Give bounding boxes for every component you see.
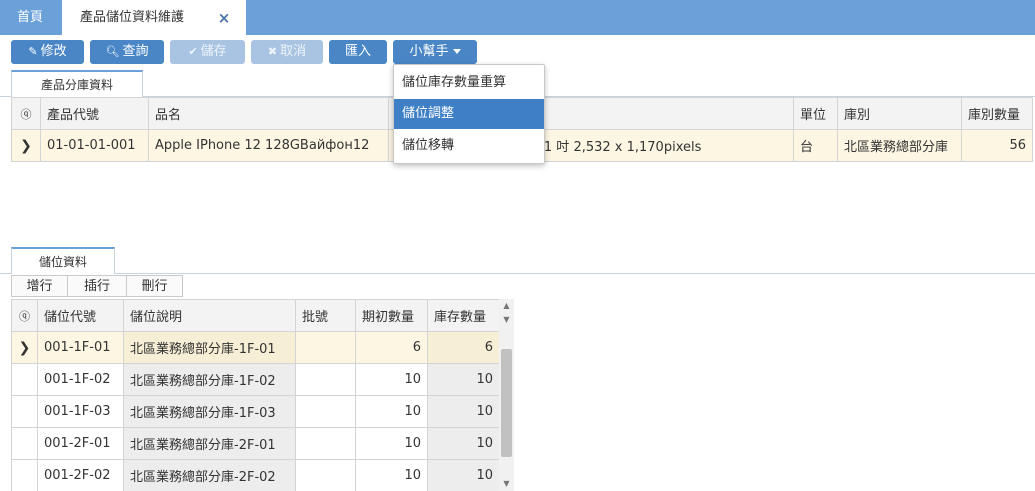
x-icon: ✖ <box>267 45 278 58</box>
edit-label: 修改 <box>40 44 67 59</box>
scroll-down-icon[interactable]: ▼ <box>499 477 514 491</box>
tab-location[interactable]: 儲位資料 <box>11 247 115 274</box>
search-icon: 🔍︎ <box>105 45 120 58</box>
cell-location-code[interactable]: 001-2F-01 <box>37 427 124 460</box>
helper-dropdown-menu: 儲位庫存數量重算 儲位調整 儲位移轉 <box>393 64 545 164</box>
import-label: 匯入 <box>344 44 371 59</box>
row-indicator <box>11 459 38 491</box>
cell-unit[interactable]: 台 <box>793 129 838 162</box>
cell-initial-qty[interactable]: 10 <box>355 459 428 491</box>
cancel-button[interactable]: ✖ 取消 <box>251 40 323 64</box>
cell-initial-qty[interactable]: 10 <box>355 395 428 428</box>
menu-item-recalc[interactable]: 儲位庫存數量重算 <box>394 68 544 98</box>
panel-divider <box>0 273 1035 274</box>
chevron-right-icon: ❯ <box>11 129 41 162</box>
menu-item-adjust[interactable]: 儲位調整 <box>394 99 544 129</box>
query-label: 查詢 <box>122 44 149 59</box>
helper-dropdown-button[interactable]: 小幫手 <box>393 40 477 64</box>
col-location-code[interactable]: 儲位代號 <box>37 299 124 332</box>
col-unit[interactable]: 單位 <box>793 97 838 130</box>
tab-home[interactable]: 首頁 <box>0 0 60 35</box>
cell-batch[interactable] <box>295 395 356 428</box>
cell-location-code[interactable]: 001-1F-03 <box>37 395 124 428</box>
question-circle-icon[interactable]: ⓠ <box>11 97 41 130</box>
cell-location-code[interactable]: 001-1F-02 <box>37 363 124 396</box>
cell-location-desc[interactable]: 北區業務總部分庫-1F-01 <box>123 331 296 364</box>
col-initial-qty[interactable]: 期初數量 <box>355 299 428 332</box>
cancel-label: 取消 <box>280 44 307 59</box>
col-product-code[interactable]: 產品代號 <box>40 97 149 130</box>
spec-text: 1 吋 2,532 x 1,170pixels <box>543 140 702 155</box>
cell-location-desc[interactable]: 北區業務總部分庫-1F-02 <box>123 363 296 396</box>
cell-location-desc[interactable]: 北區業務總部分庫-1F-03 <box>123 395 296 428</box>
cell-batch[interactable] <box>295 427 356 460</box>
location-grid-header: ⓠ 儲位代號 儲位說明 批號 期初數量 庫存數量 <box>11 299 500 332</box>
tab-product-warehouse[interactable]: 產品分庫資料 <box>11 70 143 97</box>
table-row[interactable]: 001-2F-01 北區業務總部分庫-2F-01 10 10 <box>11 427 500 460</box>
cell-stock-qty[interactable]: 10 <box>427 459 500 491</box>
helper-label: 小幫手 <box>409 44 449 59</box>
cell-location-desc[interactable]: 北區業務總部分庫-2F-01 <box>123 427 296 460</box>
check-icon: ✔ <box>188 45 198 58</box>
col-stock-qty[interactable]: 庫存數量 <box>427 299 500 332</box>
cell-stock-qty[interactable]: 6 <box>427 331 500 364</box>
cell-initial-qty[interactable]: 6 <box>355 331 428 364</box>
table-row[interactable]: 001-2F-02 北區業務總部分庫-2F-02 10 10 <box>11 459 500 491</box>
scroll-thumb[interactable] <box>501 349 512 457</box>
table-row[interactable]: 001-1F-02 北區業務總部分庫-1F-02 10 10 <box>11 363 500 396</box>
vertical-scrollbar[interactable]: ▲ ▼ ▼ <box>499 299 514 491</box>
cell-location-code[interactable]: 001-2F-02 <box>37 459 124 491</box>
scroll-up-icon[interactable]: ▲ <box>499 299 514 313</box>
cell-product-code[interactable]: 01-01-01-001 <box>40 129 149 162</box>
import-button[interactable]: 匯入 <box>329 40 387 64</box>
col-batch[interactable]: 批號 <box>295 299 356 332</box>
location-grid-body: ❯ 001-1F-01 北區業務總部分庫-1F-01 6 6 001-1F-02 北區業務總… <box>11 331 500 491</box>
cell-initial-qty[interactable]: 10 <box>355 363 428 396</box>
cell-batch[interactable] <box>295 363 356 396</box>
scroll-down-icon[interactable]: ▼ <box>499 313 514 327</box>
col-product-name[interactable]: 品名 <box>148 97 389 130</box>
app-root: 首頁 產品儲位資料維護 × ✎ 修改 🔍︎ 查詢 ✔ 儲存 ✖ 取消 匯入 小幫手 產品… <box>0 0 1035 491</box>
edit-button[interactable]: ✎ 修改 <box>11 40 84 64</box>
cell-stock-qty[interactable]: 10 <box>427 427 500 460</box>
pencil-icon: ✎ <box>28 45 38 58</box>
cell-location-code[interactable]: 001-1F-01 <box>37 331 124 364</box>
delete-row-button[interactable]: 刪行 <box>126 275 183 297</box>
table-row[interactable]: 001-1F-03 北區業務總部分庫-1F-03 10 10 <box>11 395 500 428</box>
cell-location-desc[interactable]: 北區業務總部分庫-2F-02 <box>123 459 296 491</box>
cell-stock-qty[interactable]: 10 <box>427 395 500 428</box>
cell-warehouse[interactable]: 北區業務總部分庫 <box>837 129 962 162</box>
cell-batch[interactable] <box>295 331 356 364</box>
table-row[interactable]: ❯ 001-1F-01 北區業務總部分庫-1F-01 6 6 <box>11 331 500 364</box>
row-indicator <box>11 395 38 428</box>
cell-product-name[interactable]: Apple IPhone 12 128GВайфон12 <box>148 129 389 162</box>
location-grid: ⓠ 儲位代號 儲位說明 批號 期初數量 庫存數量 ❯ 001-1F-01 北區業務總… <box>11 299 500 491</box>
query-button[interactable]: 🔍︎ 查詢 <box>90 40 164 64</box>
col-location-desc[interactable]: 儲位說明 <box>123 299 296 332</box>
top-tab-bar: 首頁 產品儲位資料維護 × <box>0 0 1035 35</box>
add-row-button[interactable]: 增行 <box>11 275 68 297</box>
insert-row-button[interactable]: 插行 <box>67 275 127 297</box>
col-warehouse-qty[interactable]: 庫別數量 <box>961 97 1033 130</box>
row-indicator <box>11 363 38 396</box>
row-indicator <box>11 427 38 460</box>
question-circle-icon[interactable]: ⓠ <box>11 299 38 332</box>
chevron-right-icon: ❯ <box>11 331 38 364</box>
menu-item-transfer[interactable]: 儲位移轉 <box>394 131 544 161</box>
tab-close-icon[interactable]: × <box>216 0 232 35</box>
col-warehouse[interactable]: 庫別 <box>837 97 962 130</box>
save-button[interactable]: ✔ 儲存 <box>170 40 245 64</box>
cell-batch[interactable] <box>295 459 356 491</box>
cell-stock-qty[interactable]: 10 <box>427 363 500 396</box>
save-label: 儲存 <box>200 44 227 59</box>
caret-down-icon <box>452 49 461 54</box>
cell-initial-qty[interactable]: 10 <box>355 427 428 460</box>
cell-warehouse-qty[interactable]: 56 <box>961 129 1033 162</box>
